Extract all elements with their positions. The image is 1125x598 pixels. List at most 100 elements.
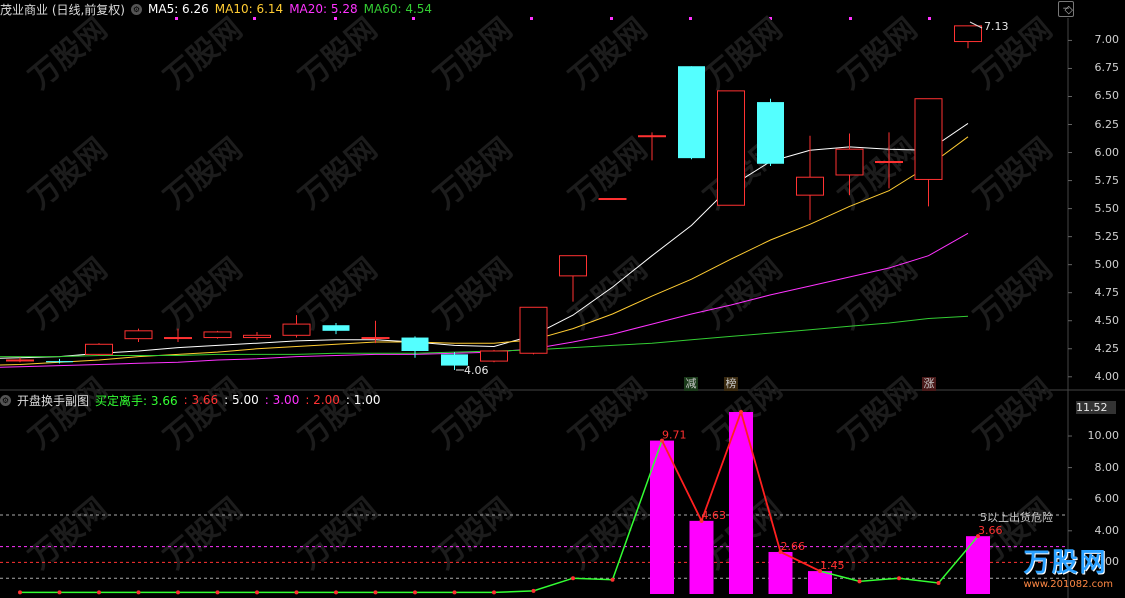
turnover-point: [452, 590, 457, 595]
candle-body: [401, 337, 429, 351]
turnover-point: [897, 576, 901, 581]
indicator-v1: : 3.66: [183, 393, 219, 407]
price-tick: 5.50: [1094, 201, 1120, 215]
candle-body: [638, 135, 666, 138]
watermark-tile: 万股网: [968, 11, 1059, 96]
candle: [164, 328, 192, 343]
candle: [678, 66, 705, 160]
price-tick: 4.25: [1094, 341, 1120, 355]
turnover-point: [857, 579, 862, 584]
candle-body: [46, 361, 73, 363]
indicator-v4: : 2.00: [305, 393, 340, 407]
candle: [914, 98, 943, 207]
turnover-bar: [808, 571, 832, 594]
candle: [480, 349, 508, 363]
candle-body: [282, 323, 311, 336]
marker-dot: [928, 17, 931, 20]
sub-title[interactable]: 开盘换手副图: [17, 392, 89, 409]
candle-body: [678, 66, 705, 159]
settings-icon[interactable]: ⚙: [0, 394, 11, 406]
indicator-v2: : 5.00: [224, 393, 259, 407]
ma20-label: MA20: 5.28: [289, 2, 358, 16]
watermark-tile: 万股网: [428, 11, 519, 96]
indicator-v5: : 1.00: [345, 393, 381, 407]
watermark-tile: 万股网: [428, 491, 519, 576]
turnover-data-label: 4.63: [702, 509, 727, 522]
watermark-tile: 万股网: [293, 251, 384, 336]
candle-body: [203, 331, 232, 339]
low-price-label: 4.06: [464, 364, 489, 377]
zoom-out-icon[interactable]: −: [1058, 1, 1074, 17]
turnover-bar: [689, 520, 714, 594]
price-tick: 4.50: [1094, 313, 1120, 327]
watermark-tile: 万股网: [698, 11, 789, 96]
turnover-tick: 6.00: [1094, 492, 1120, 506]
watermark-tile: 万股网: [833, 491, 924, 576]
candle-body: [361, 337, 390, 340]
watermark-tile: 万股网: [158, 11, 249, 96]
watermark-tile: 万股网: [158, 491, 249, 576]
signal-reduce: 减: [684, 377, 698, 391]
marker-dot: [689, 17, 692, 20]
candle-body: [757, 102, 784, 164]
price-tick: 6.50: [1094, 89, 1120, 103]
turnover-point: [176, 590, 180, 595]
turnover-point: [373, 590, 378, 595]
turnover-bar: [966, 536, 990, 594]
candle: [796, 135, 824, 220]
turnover-point: [255, 590, 259, 595]
watermark-tile: 万股网: [428, 131, 519, 216]
signal-rank: 榜: [724, 377, 738, 391]
watermark-tile: 万股网: [968, 251, 1059, 336]
watermark-tile: 万股网: [158, 131, 249, 216]
watermark-logo: 万股网 www.201082.com: [1023, 548, 1113, 590]
candle: [717, 90, 745, 206]
turnover-data-label: 2.66: [781, 540, 806, 553]
candle-body: [243, 334, 271, 339]
settings-icon[interactable]: ⚙: [131, 3, 142, 15]
watermark-tile: 万股网: [158, 251, 249, 336]
candle: [203, 330, 232, 339]
watermark-tile: 万股网: [293, 491, 384, 576]
watermark-tile: 万股网: [833, 371, 924, 456]
turnover-point: [334, 590, 338, 595]
ma10-label: MA10: 6.14: [214, 2, 284, 16]
watermark-pattern: 万股网 万股网 万股网 万股网 万股网 万股网 万股网 万股网万股网 万股网 万股网 万股网 万股网万…: [23, 11, 1059, 576]
watermark-tile: 万股网: [23, 131, 114, 216]
candle-body: [519, 306, 548, 354]
watermark-tile: 万股网: [563, 491, 654, 576]
turnover-point: [18, 590, 22, 595]
watermark-tile: 万股网: [23, 491, 114, 576]
candle-body: [6, 359, 34, 362]
candle: [124, 328, 153, 343]
turnover-point: [531, 588, 536, 593]
signal-rise: 涨: [922, 377, 936, 391]
turnover-point: [413, 590, 417, 595]
stock-title[interactable]: 茂业商业 (日线,前复权): [0, 1, 125, 18]
marker-dot: [610, 17, 613, 20]
turnover-point: [739, 410, 743, 414]
watermark-tile: 万股网: [23, 11, 114, 96]
candle: [757, 98, 784, 166]
watermark-tile: 万股网: [158, 371, 249, 456]
indicator-v3: : 3.00: [264, 393, 300, 407]
watermark-tile: 万股网: [23, 371, 114, 456]
price-tick: 6.75: [1094, 61, 1120, 75]
candle-body: [598, 198, 627, 201]
turnover-point: [936, 580, 941, 585]
turnover-point: [136, 590, 141, 595]
watermark-tile: 万股网: [563, 11, 654, 96]
turnover-tick: 8.00: [1094, 460, 1120, 474]
watermark-tile: 万股网: [23, 251, 114, 336]
watermark-tile: 万股网: [293, 371, 384, 456]
price-tick: 6.00: [1094, 145, 1120, 159]
watermark-tile: 万股网: [968, 131, 1059, 216]
candle: [598, 198, 627, 201]
candle-body: [796, 176, 824, 196]
marker-dot: [849, 17, 852, 20]
price-tick: 6.25: [1094, 117, 1120, 131]
turnover-point: [492, 590, 496, 595]
watermark-tile: 万股网: [563, 371, 654, 456]
indicator-label: 买定离手: 3.66: [95, 393, 178, 408]
candle-body: [954, 25, 982, 43]
